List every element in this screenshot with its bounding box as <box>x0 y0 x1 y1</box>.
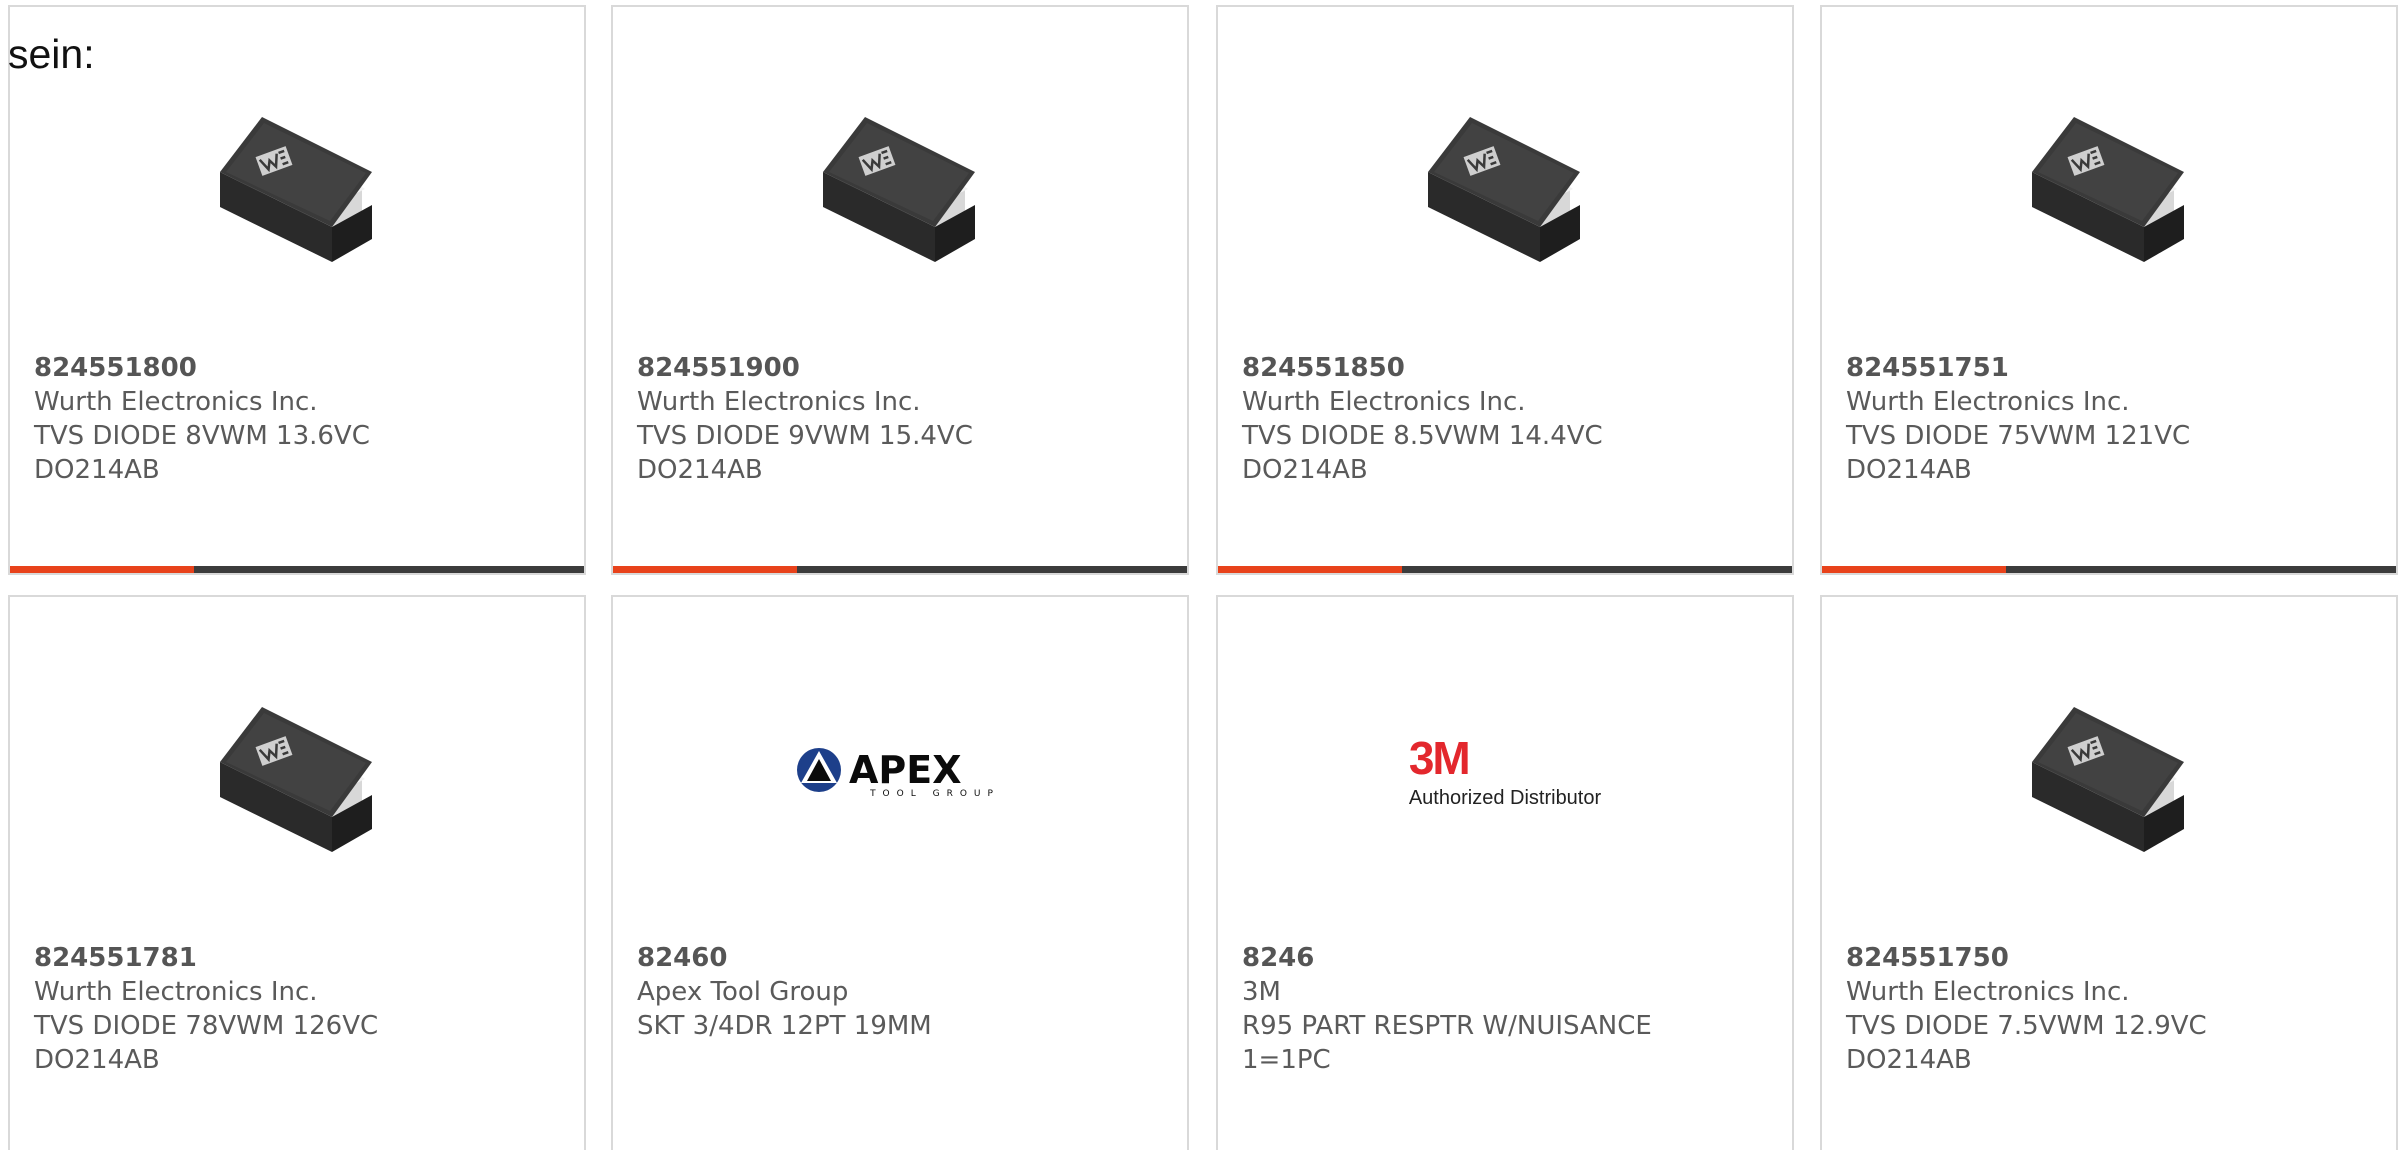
product-image[interactable] <box>613 77 1187 287</box>
product-info: 824551750 Wurth Electronics Inc. TVS DIODE… <box>1846 941 2372 1077</box>
product-card[interactable]: 824551750 Wurth Electronics Inc. TVS DIODE… <box>1820 595 2398 1150</box>
manufacturer-name: Wurth Electronics Inc. <box>34 977 318 1007</box>
product-card[interactable]: 824551800 Wurth Electronics Inc. TVS DIODE… <box>8 5 586 575</box>
description-line-1: TVS DIODE 78VWM 126VC <box>34 1011 379 1041</box>
product-image[interactable]: 3M Authorized Distributor <box>1218 667 1792 877</box>
part-number[interactable]: 824551751 <box>1846 351 2372 385</box>
apex-logo-sub: TOOL GROUP <box>870 789 1000 799</box>
description-line-1: TVS DIODE 9VWM 15.4VC <box>637 421 973 451</box>
description-line-2: DO214AB <box>1242 455 1368 485</box>
description-line-2: DO214AB <box>1846 1045 1972 1075</box>
description-line-2: DO214AB <box>34 1045 160 1075</box>
card-status-bar-accent <box>613 566 797 573</box>
card-status-bar-accent <box>1822 566 2006 573</box>
diode-package-icon <box>2014 77 2204 287</box>
product-image[interactable] <box>1218 77 1792 287</box>
part-number[interactable]: 82460 <box>637 941 1163 975</box>
product-card[interactable]: 3M Authorized Distributor 8246 3M R95 PART R… <box>1216 595 1794 1150</box>
card-status-bar-accent <box>1218 566 1402 573</box>
diode-package-icon <box>202 667 392 877</box>
product-image[interactable] <box>10 77 584 287</box>
part-number[interactable]: 824551850 <box>1242 351 1768 385</box>
part-number[interactable]: 824551750 <box>1846 941 2372 975</box>
apex-tool-group-logo: APEX TOOL GROUP <box>795 745 1005 799</box>
card-status-bar-accent <box>10 566 194 573</box>
manufacturer-name: 3M <box>1242 977 1281 1007</box>
card-status-bar <box>613 566 1187 573</box>
product-info: 824551800 Wurth Electronics Inc. TVS DIODE… <box>34 351 560 487</box>
apex-logo-word: APEX <box>849 748 962 792</box>
3m-authorized-distributor-logo: 3M Authorized Distributor <box>1409 735 1601 810</box>
description-line-2: DO214AB <box>34 455 160 485</box>
description-line-1: R95 PART RESPTR W/NUISANCE <box>1242 1011 1652 1041</box>
product-info: 8246 3M R95 PART RESPTR W/NUISANCE 1=1PC <box>1242 941 1768 1077</box>
description-line-2: DO214AB <box>1846 455 1972 485</box>
diode-package-icon <box>805 77 995 287</box>
manufacturer-name: Apex Tool Group <box>637 977 849 1007</box>
product-info: 824551751 Wurth Electronics Inc. TVS DIODE… <box>1846 351 2372 487</box>
lead-text: sein: <box>8 31 95 77</box>
part-number[interactable]: 824551800 <box>34 351 560 385</box>
product-image[interactable]: APEX TOOL GROUP <box>613 667 1187 877</box>
product-image[interactable] <box>1822 667 2396 877</box>
product-card[interactable]: 824551751 Wurth Electronics Inc. TVS DIODE… <box>1820 5 2398 575</box>
3m-logo-word: 3M <box>1408 731 1471 784</box>
part-number[interactable]: 8246 <box>1242 941 1768 975</box>
product-image[interactable] <box>10 667 584 877</box>
part-number[interactable]: 824551781 <box>34 941 560 975</box>
card-status-bar <box>10 566 584 573</box>
product-card[interactable]: 824551900 Wurth Electronics Inc. TVS DIODE… <box>611 5 1189 575</box>
manufacturer-name: Wurth Electronics Inc. <box>1846 977 2130 1007</box>
product-info: 82460 Apex Tool Group SKT 3/4DR 12PT 19MM <box>637 941 1163 1043</box>
description-line-1: TVS DIODE 8VWM 13.6VC <box>34 421 370 451</box>
diode-package-icon <box>2014 667 2204 877</box>
product-image[interactable] <box>1822 77 2396 287</box>
product-card[interactable]: 824551850 Wurth Electronics Inc. TVS DIODE… <box>1216 5 1794 575</box>
manufacturer-name: Wurth Electronics Inc. <box>1242 387 1526 417</box>
description-line-1: TVS DIODE 8.5VWM 14.4VC <box>1242 421 1603 451</box>
description-line-2: DO214AB <box>637 455 763 485</box>
manufacturer-name: Wurth Electronics Inc. <box>637 387 921 417</box>
diode-package-icon <box>202 77 392 287</box>
product-card[interactable]: 824551781 Wurth Electronics Inc. TVS DIODE… <box>8 595 586 1150</box>
manufacturer-name: Wurth Electronics Inc. <box>1846 387 2130 417</box>
product-info: 824551850 Wurth Electronics Inc. TVS DIODE… <box>1242 351 1768 487</box>
description-line-2: 1=1PC <box>1242 1045 1331 1075</box>
diode-package-icon <box>1410 77 1600 287</box>
description-line-1: TVS DIODE 75VWM 121VC <box>1846 421 2191 451</box>
card-status-bar <box>1822 566 2396 573</box>
card-status-bar <box>1218 566 1792 573</box>
description-line-1: TVS DIODE 7.5VWM 12.9VC <box>1846 1011 2207 1041</box>
part-number[interactable]: 824551900 <box>637 351 1163 385</box>
product-info: 824551781 Wurth Electronics Inc. TVS DIODE… <box>34 941 560 1077</box>
manufacturer-name: Wurth Electronics Inc. <box>34 387 318 417</box>
description-line-1: SKT 3/4DR 12PT 19MM <box>637 1011 932 1041</box>
product-card[interactable]: APEX TOOL GROUP 82460 Apex Tool Group SKT 3/… <box>611 595 1189 1150</box>
product-info: 824551900 Wurth Electronics Inc. TVS DIODE… <box>637 351 1163 487</box>
3m-logo-sub: Authorized Distributor <box>1408 786 1602 809</box>
